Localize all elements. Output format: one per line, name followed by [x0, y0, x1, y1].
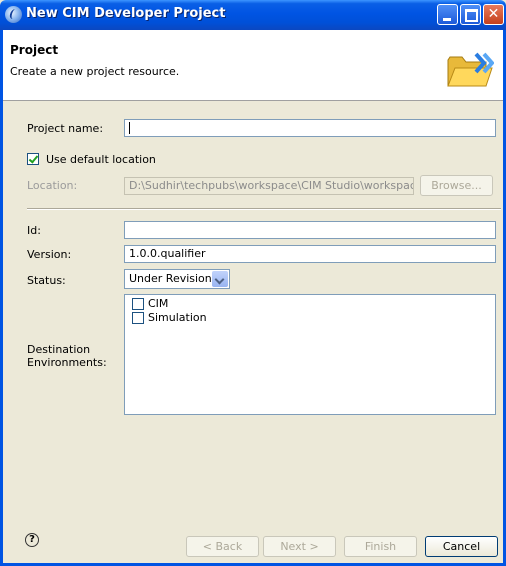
help-icon[interactable]: ? [25, 533, 39, 547]
separator [27, 208, 501, 210]
project-name-label: Project name: [27, 122, 104, 135]
folder-wizard-icon [447, 52, 494, 87]
wizard-banner: Project Create a new project resource. [3, 30, 503, 101]
maximize-button[interactable] [460, 4, 481, 25]
simulation-label: Simulation [148, 311, 207, 324]
cim-label: CIM [148, 297, 169, 310]
app-icon [5, 6, 22, 23]
title-bar[interactable]: New CIM Developer Project ✕ [0, 0, 506, 30]
cim-checkbox[interactable] [132, 298, 144, 310]
cancel-button[interactable]: Cancel [425, 536, 498, 557]
id-label: Id: [27, 224, 41, 237]
status-label: Status: [27, 274, 66, 287]
next-button[interactable]: Next > [263, 536, 336, 557]
chevron-down-icon[interactable] [212, 271, 228, 287]
close-button[interactable]: ✕ [483, 4, 504, 25]
use-default-location-label: Use default location [46, 153, 156, 166]
simulation-checkbox[interactable] [132, 312, 144, 324]
version-label: Version: [27, 248, 72, 261]
minimize-button[interactable] [437, 4, 458, 25]
button-bar: ? < Back Next > Finish Cancel [3, 521, 503, 566]
window-title: New CIM Developer Project [26, 6, 226, 21]
version-input[interactable]: 1.0.0.qualifier [124, 245, 496, 263]
form-area: Project name: Use default location Locat… [3, 101, 503, 521]
close-icon: ✕ [487, 6, 500, 22]
id-input[interactable] [124, 221, 496, 239]
back-button[interactable]: < Back [186, 536, 259, 557]
page-description: Create a new project resource. [10, 65, 180, 78]
location-input[interactable]: D:\Sudhir\techpubs\workspace\CIM Studio\… [124, 177, 414, 195]
browse-button[interactable]: Browse... [420, 175, 493, 196]
environments-list[interactable]: CIM Simulation [124, 294, 496, 415]
dialog-window: New CIM Developer Project ✕ Project Crea… [0, 0, 506, 566]
destination-label: Destination Environments: [27, 343, 107, 369]
status-select[interactable]: Under Revision [124, 269, 230, 289]
finish-button[interactable]: Finish [344, 536, 417, 557]
use-default-location-checkbox[interactable] [27, 153, 39, 165]
location-label: Location: [27, 179, 78, 192]
text-caret [129, 122, 130, 134]
page-title: Project [10, 43, 59, 57]
project-name-input[interactable] [124, 119, 496, 137]
